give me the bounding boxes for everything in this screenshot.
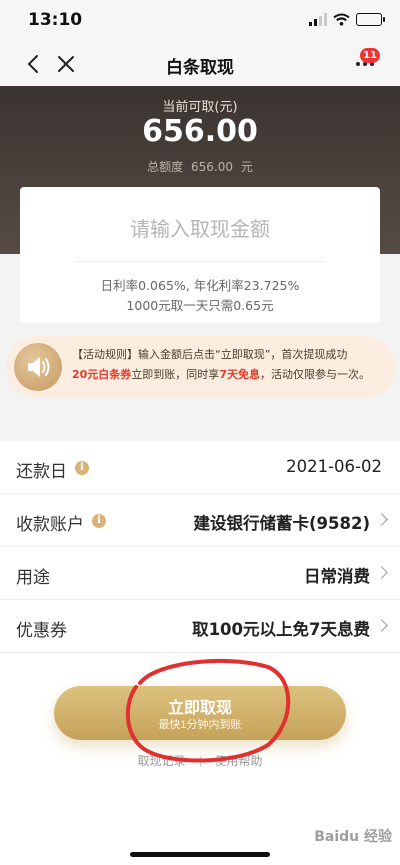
chevron-right-icon [375, 513, 388, 526]
total-unit: 元 [240, 160, 253, 174]
withdraw-amount-card: 日利率0.065%, 年化利率23.725% 1000元取一天只需0.65元 [20, 187, 380, 323]
available-amount: 656.00 [142, 114, 258, 149]
footer-links: 取现记录 使用帮助 [0, 752, 400, 769]
interest-free-days: 7天免息 [219, 368, 260, 381]
promo-line-2: 20元白条券立即到账，同时享7天免息，活动仅限参与一次。 [72, 365, 392, 385]
status-bar: 13:10 [0, 0, 400, 42]
repayment-date-value: 2021-06-02 [286, 457, 382, 476]
signal-icon [309, 13, 327, 26]
chevron-right-icon [375, 619, 388, 632]
arrival-time-text: 最快1分钟内到账 [158, 719, 242, 731]
speaker-icon [14, 343, 62, 391]
coupon-label: 优惠券 [16, 621, 67, 641]
purpose-label: 用途 [16, 568, 50, 588]
chevron-right-icon [375, 566, 388, 579]
amount-input[interactable] [30, 217, 370, 241]
repayment-date-row: 还款日 i 2021-06-02 [0, 441, 400, 494]
purpose-value: 日常消费 [304, 567, 370, 586]
withdraw-history-link[interactable]: 取现记录 [137, 754, 185, 768]
watermark: Baidu 经验 [314, 829, 392, 845]
withdraw-now-button[interactable]: 立即取现 最快1分钟内到账 [54, 686, 346, 740]
status-time: 13:10 [28, 10, 83, 30]
daily-rate-text: 日利率0.065%, 年化利率23.725% [100, 278, 300, 293]
status-icons [309, 13, 385, 26]
promo-line-1: 【活动规则】输入金额后点击“立即取现”，首次提现成功 [72, 348, 348, 361]
coupon-row[interactable]: 优惠券 取100元以上免7天息费 [0, 600, 400, 653]
navigation-bar: 白条取现 11 [0, 42, 400, 86]
battery-icon [356, 13, 385, 26]
total-label: 总额度 [147, 160, 184, 174]
receiving-account-value: 建设银行储蓄卡(9582) [193, 514, 370, 533]
receiving-account-row[interactable]: 收款账户 i 建设银行储蓄卡(9582) [0, 494, 400, 547]
promo-line-2-end: ，活动仅限参与一次。 [259, 368, 370, 381]
receiving-account-label: 收款账户 [16, 515, 84, 535]
link-divider [199, 756, 201, 767]
notification-badge: 11 [360, 48, 380, 63]
repayment-date-label: 还款日 [16, 462, 67, 482]
wifi-icon [333, 13, 350, 26]
cost-example-text: 1000元取一天只需0.65元 [126, 298, 274, 313]
info-icon[interactable]: i [92, 514, 106, 528]
promo-rules-text: 【活动规则】输入金额后点击“立即取现”，首次提现成功 20元白条券立即到账，同时… [72, 345, 392, 385]
promo-banner[interactable]: 【活动规则】输入金额后点击“立即取现”，首次提现成功 20元白条券立即到账，同时… [6, 336, 396, 398]
purpose-row[interactable]: 用途 日常消费 [0, 547, 400, 600]
coupon-reward: 20元白条券 [72, 368, 132, 381]
total-amount: 656.00 [191, 160, 233, 174]
withdraw-now-label: 立即取现 [167, 700, 232, 717]
help-link[interactable]: 使用帮助 [215, 754, 263, 768]
page-title: 白条取现 [166, 58, 234, 78]
coupon-value: 取100元以上免7天息费 [192, 620, 370, 639]
available-label: 当前可取(元) [162, 100, 238, 115]
info-icon[interactable]: i [75, 461, 89, 475]
withdraw-details-form: 还款日 i 2021-06-02 收款账户 i 建设银行储蓄卡(9582) 用途… [0, 441, 400, 653]
home-indicator [130, 852, 270, 857]
total-limit: 总额度 656.00 元 [0, 158, 400, 175]
card-divider [76, 261, 324, 262]
promo-line-2-middle: 立即到账，同时享 [131, 368, 220, 381]
